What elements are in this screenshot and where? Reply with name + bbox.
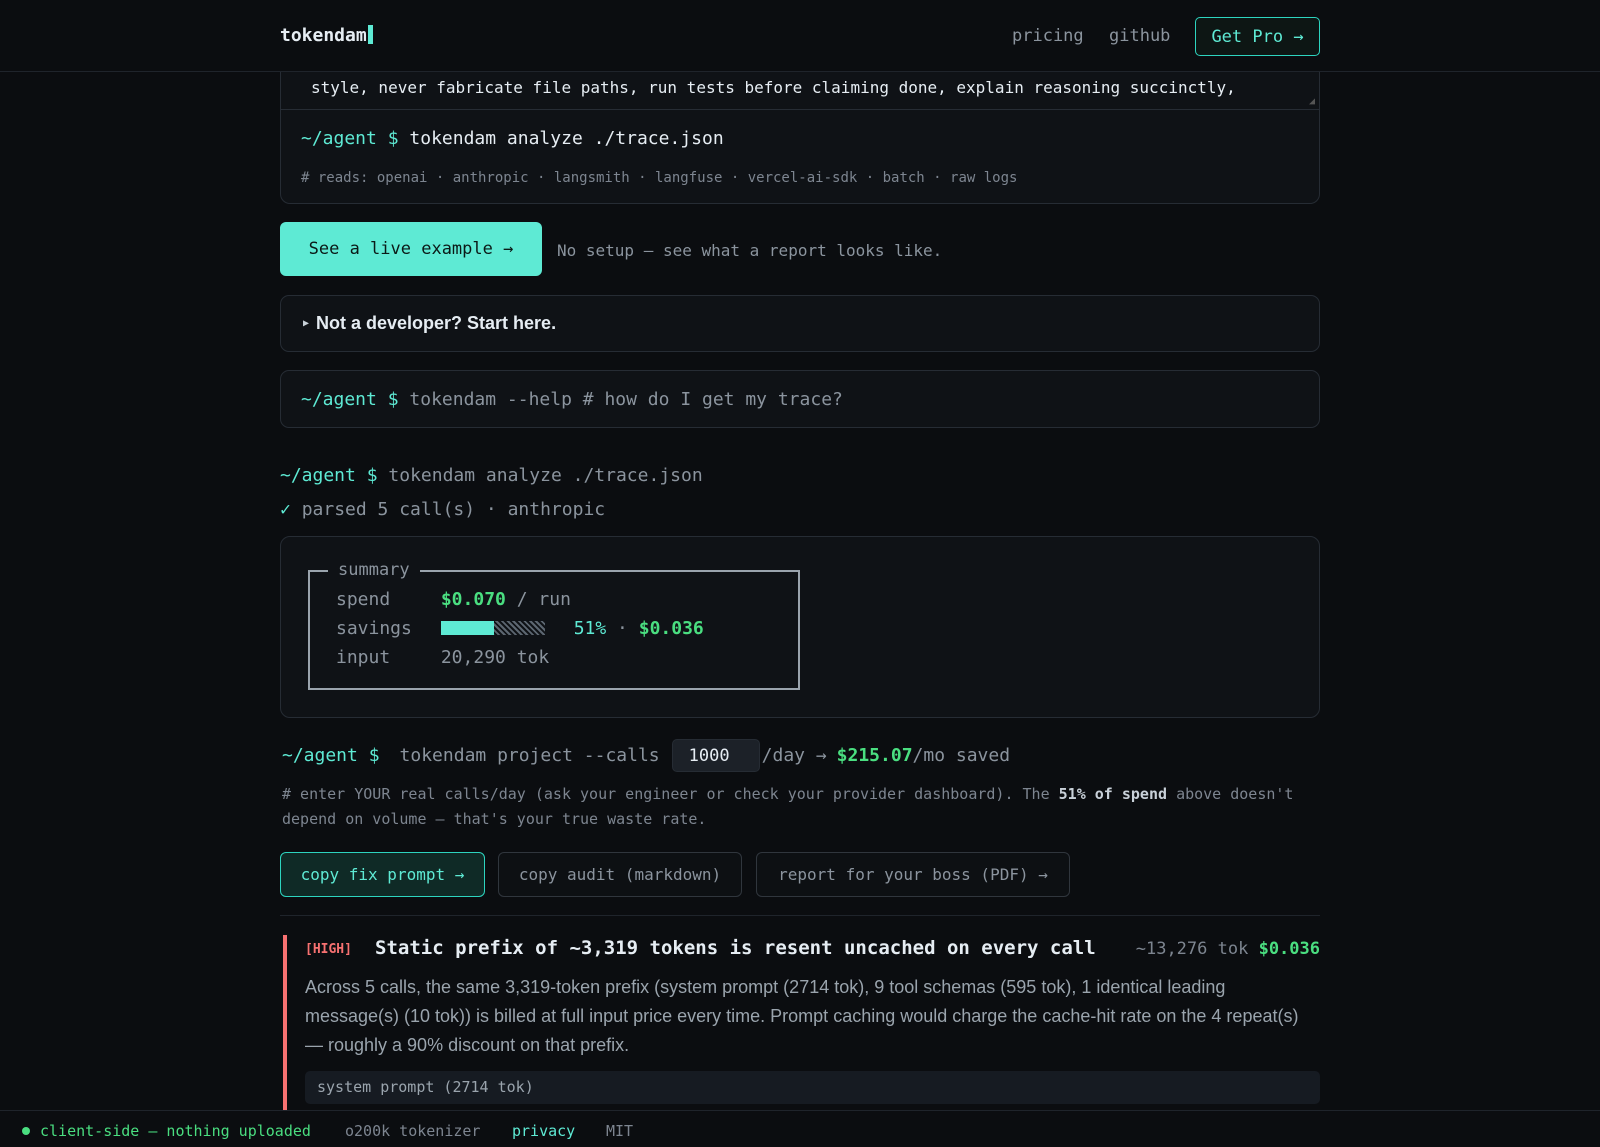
monthly-saved-suffix: /mo saved: [912, 745, 1011, 766]
system-prompt-text: style, never fabricate file paths, run t…: [311, 78, 1236, 97]
summary-card: summary spend $0.070 / run savings 51% ·…: [280, 536, 1320, 718]
prefix-chip: system prompt (2714 tok): [305, 1071, 1320, 1104]
system-prompt-textarea[interactable]: style, never fabricate file paths, run t…: [280, 72, 1320, 110]
not-developer-disclosure[interactable]: ▶ Not a developer? Start here.: [280, 295, 1320, 352]
nav-link-pricing[interactable]: pricing: [1012, 26, 1084, 46]
severity-badge: [HIGH]: [305, 942, 352, 957]
parsed-status: ✓ parsed 5 call(s) · anthropic: [280, 499, 605, 520]
savings-percent: 51%: [573, 618, 607, 639]
summary-frame: summary spend $0.070 / run savings 51% ·…: [308, 560, 800, 690]
resize-handle-icon[interactable]: ◢: [1309, 96, 1315, 107]
finding-tokens: ~13,276 tok: [1135, 939, 1249, 959]
note-bold: 51% of spend: [1058, 785, 1168, 803]
cursor-block: [367, 25, 373, 44]
volume-note: # enter YOUR real calls/day (ask your en…: [282, 782, 1322, 832]
savings-value: $0.036: [638, 618, 704, 639]
calls-per-day-input[interactable]: [671, 739, 760, 772]
shell-prompt: ~/agent $: [282, 745, 380, 766]
nav-link-github[interactable]: github: [1109, 26, 1170, 46]
boss-report-button[interactable]: report for your boss (PDF) →: [756, 852, 1070, 897]
help-command: tokendam --help # how do I get my trace?: [409, 389, 843, 410]
summary-title: summary: [328, 560, 420, 580]
live-example-button[interactable]: See a live example →: [280, 222, 542, 276]
copy-fix-prompt-button[interactable]: copy fix prompt →: [280, 852, 485, 897]
project-line: ~/agent $ tokendam project --calls /day …: [282, 739, 1010, 772]
spend-row: spend $0.070 / run: [336, 589, 571, 610]
run-command: tokendam analyze ./trace.json: [388, 465, 703, 486]
privacy-status: client-side — nothing uploaded: [22, 1122, 311, 1140]
monthly-saved-value: $215.07: [836, 745, 913, 766]
supported-formats: # reads: openai · anthropic · langsmith …: [301, 170, 1018, 186]
finding-title: Static prefix of ~3,319 tokens is resent…: [375, 937, 1096, 959]
shell-prompt: ~/agent $: [301, 389, 399, 410]
finding-body: Across 5 calls, the same 3,319-token pre…: [305, 977, 1299, 1055]
spend-value: $0.070: [440, 589, 506, 610]
divider: [280, 915, 1320, 916]
parsed-text: parsed 5 call(s) · anthropic: [301, 499, 606, 520]
top-nav: tokendam pricing github Get Pro →: [0, 0, 1600, 72]
finding-card: [HIGH] Static prefix of ~3,319 tokens is…: [283, 935, 1320, 1110]
tokenizer-label: o200k tokenizer: [345, 1122, 481, 1140]
disclosure-triangle-icon: ▶: [303, 318, 310, 329]
get-pro-button[interactable]: Get Pro →: [1195, 17, 1320, 56]
shell-prompt: ~/agent $: [280, 465, 378, 486]
input-label: input: [336, 647, 391, 668]
analyze-command-box: ~/agent $ tokendam analyze ./trace.json …: [280, 110, 1320, 204]
project-command: tokendam project --calls: [399, 745, 660, 766]
shell-prompt: ~/agent $: [301, 128, 399, 149]
help-command-box[interactable]: ~/agent $ tokendam --help # how do I get…: [280, 370, 1320, 428]
finding-cost: $0.036: [1258, 939, 1320, 959]
not-developer-label: Not a developer? Start here.: [316, 313, 557, 333]
copy-audit-button[interactable]: copy audit (markdown): [498, 852, 742, 897]
savings-separator: ·: [617, 618, 628, 639]
live-example-note: No setup — see what a report looks like.: [557, 241, 943, 260]
run-command-line: ~/agent $ tokendam analyze ./trace.json: [280, 465, 703, 486]
brand-name: tokendam: [280, 25, 367, 46]
per-day-label: /day →: [761, 745, 827, 766]
input-row: input 20,290 tok: [336, 647, 549, 668]
savings-label: savings: [336, 618, 412, 639]
privacy-status-text: client-side — nothing uploaded: [40, 1122, 311, 1140]
license-label: MIT: [606, 1122, 634, 1140]
analyze-command: tokendam analyze ./trace.json: [409, 128, 724, 149]
spend-label: spend: [336, 589, 391, 610]
savings-row: savings 51% · $0.036: [336, 618, 704, 639]
finding-meta: ~13,276 tok $0.036: [1136, 939, 1320, 959]
spend-unit: / run: [516, 589, 571, 610]
savings-bar: [440, 621, 545, 635]
note-before: # enter YOUR real calls/day (ask your en…: [282, 785, 1050, 803]
status-dot-icon: [22, 1127, 30, 1135]
brand-logo[interactable]: tokendam: [280, 25, 373, 46]
privacy-link[interactable]: privacy: [512, 1122, 575, 1140]
check-icon: ✓: [280, 499, 291, 520]
input-value: 20,290 tok: [440, 647, 550, 668]
status-footer: client-side — nothing uploaded o200k tok…: [0, 1110, 1600, 1147]
savings-bar-fill: [440, 621, 494, 635]
